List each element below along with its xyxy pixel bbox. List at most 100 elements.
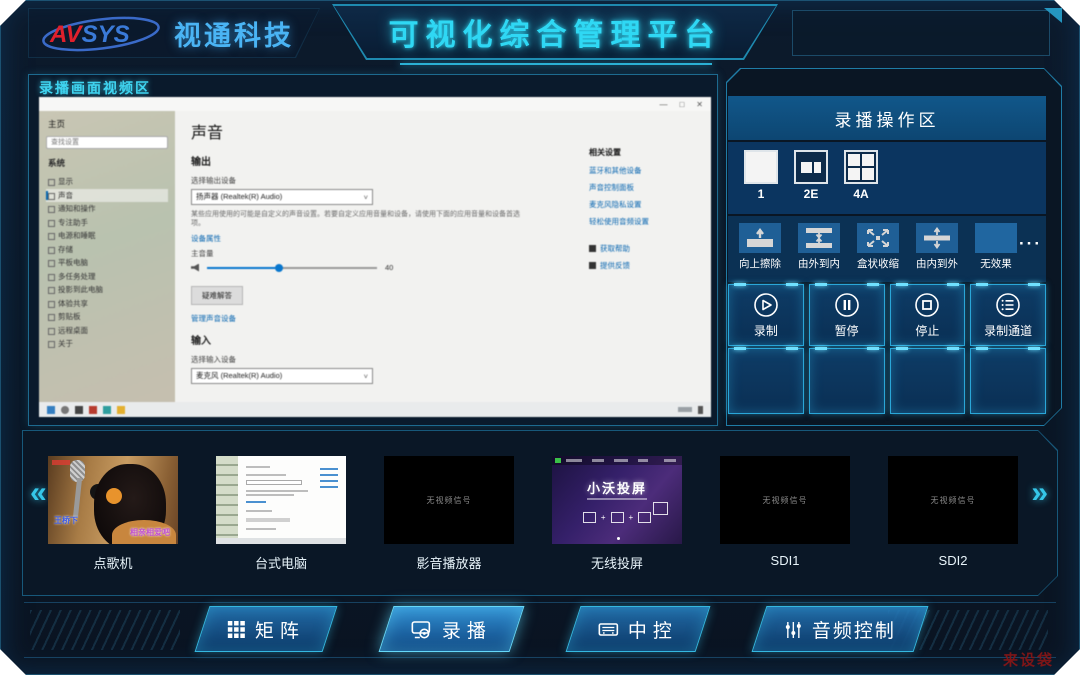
layout-button-1[interactable]: 1 (744, 150, 778, 201)
channel-list-icon (994, 291, 1022, 319)
source-thumb-karaoke[interactable]: 王桥下 相亲相爱吧 点歌机 (48, 456, 178, 580)
sidebar-item-sound: 声音 (46, 189, 168, 203)
logo-avsys: AVSYS 视通科技 (40, 14, 294, 53)
outside-in-icon (798, 223, 840, 253)
more-transitions-button[interactable]: ··· (1019, 234, 1042, 254)
input-device-select: 麦克风 (Realtek(R) Audio) (191, 368, 373, 384)
transition-button-none[interactable]: 无效果 (973, 223, 1019, 282)
stop-button[interactable]: 停止 (890, 284, 966, 346)
related-link-mic-privacy: 麦克风隐私设置 (589, 199, 701, 210)
empty-slot-button-4[interactable] (970, 348, 1046, 414)
sound-page-title: 声音 (191, 119, 697, 143)
recording-video-panel: 录播画面视频区 — □ ✕ 主页 查找设置 系统 显示 声音 通知和操作 (28, 74, 718, 426)
app-icon-yellow (117, 406, 125, 414)
layout-button-4a[interactable]: 4A (844, 150, 878, 201)
pause-icon (833, 291, 861, 319)
sidebar-item-notifications: 通知和操作 (46, 202, 168, 216)
output-hint-text: 某些应用使用的可能是自定义的声音设置。若要自定义应用音量和设备，请使用下面的应用… (191, 210, 521, 228)
sidebar-section-label: 系统 (48, 157, 168, 169)
get-help-link: 获取帮助 (600, 243, 630, 254)
input-device-label: 选择输入设备 (191, 354, 697, 365)
cast-title: 小沃投屏 (552, 478, 682, 497)
company-name: 视通科技 (174, 14, 294, 53)
deco-hatch-left (30, 610, 180, 650)
windows-settings-window: — □ ✕ 主页 查找设置 系统 显示 声音 通知和操作 专注助手 电源和睡眠 … (39, 97, 711, 417)
tab-record[interactable]: 录播 (379, 606, 525, 652)
sidebar-item-multitask: 多任务处理 (46, 270, 168, 284)
transition-button-outside-in[interactable]: 由外到内 (796, 223, 842, 282)
layout-2e-icon (794, 150, 828, 184)
sidebar-item-shared: 体验共享 (46, 297, 168, 311)
output-device-select: 扬声器 (Realtek(R) Audio) (191, 189, 373, 205)
source-thumb-sdi2[interactable]: 无视频信号 SDI2 (888, 456, 1018, 580)
transition-button-wipe-up[interactable]: 向上擦除 (737, 223, 783, 282)
related-link-ease-audio: 轻松使用音频设置 (589, 216, 701, 227)
input-section-label: 输入 (191, 332, 697, 347)
karaoke-preview: 王桥下 相亲相爱吧 (48, 456, 178, 544)
title-plate: 可视化综合管理平台 (332, 4, 778, 60)
start-icon (47, 406, 55, 414)
logo-av-text: AV (50, 21, 82, 48)
app-icon-red (89, 406, 97, 414)
related-settings-column: 相关设置 蓝牙和其他设备 声音控制面板 麦克风隐私设置 轻松使用音频设置 获取帮… (589, 147, 701, 271)
bottom-nav: 矩阵 录播 中控 音频控制 (0, 600, 1080, 664)
taskview-icon (75, 406, 83, 414)
transition-button-inside-out[interactable]: 由内到外 (914, 223, 960, 282)
sidebar-item-tablet: 平板电脑 (46, 256, 168, 270)
sdi2-preview: 无视频信号 (888, 456, 1018, 544)
page-title: 可视化综合管理平台 (389, 10, 722, 54)
sidebar-item-focus: 专注助手 (46, 216, 168, 230)
control-row: 录制 暂停 停止 录制通道 (728, 284, 1046, 346)
no-signal-text: 无视频信号 (720, 456, 850, 544)
sidebar-item-display: 显示 (46, 175, 168, 189)
source-label: SDI2 (888, 553, 1018, 568)
inside-out-icon (916, 223, 958, 253)
source-label: 点歌机 (48, 553, 178, 572)
help-icon (589, 245, 596, 252)
settings-search-input: 查找设置 (46, 136, 168, 149)
sidebar-item-storage: 存储 (46, 243, 168, 257)
record-icon (752, 291, 780, 319)
source-thumb-media-player[interactable]: 无视频信号 影音播放器 (384, 456, 514, 580)
minimize-icon: — (659, 100, 667, 109)
tab-central-control[interactable]: 中控 (566, 606, 711, 652)
source-thumbnails: 王桥下 相亲相爱吧 点歌机 (48, 456, 1018, 580)
prev-sources-button[interactable]: « (30, 478, 47, 508)
transition-row: 向上擦除 由外到内 盒状收缩 由内到外 (728, 216, 1046, 282)
nav-line-top (24, 602, 1056, 603)
control-panel-icon (598, 620, 619, 639)
settings-main-pane: 声音 输出 选择输出设备 扬声器 (Realtek(R) Audio) 某些应用… (175, 111, 711, 402)
no-signal-text: 无视频信号 (888, 456, 1018, 544)
source-thumb-desktop[interactable]: 台式电脑 (216, 456, 346, 580)
tray-icon (698, 406, 703, 414)
tab-matrix[interactable]: 矩阵 (195, 606, 338, 652)
nav-line-bottom (24, 657, 1056, 658)
record-channel-button[interactable]: 录制通道 (970, 284, 1046, 346)
empty-slot-button-1[interactable] (728, 348, 804, 414)
window-titlebar: — □ ✕ (39, 97, 711, 111)
tab-audio-control[interactable]: 音频控制 (752, 606, 929, 652)
related-link-bluetooth: 蓝牙和其他设备 (589, 165, 701, 176)
empty-slot-button-2[interactable] (809, 348, 885, 414)
troubleshoot-button: 疑难解答 (191, 286, 243, 305)
empty-slot-button-3[interactable] (890, 348, 966, 414)
feedback-icon (589, 262, 596, 269)
media-player-preview: 无视频信号 (384, 456, 514, 544)
volume-value: 40 (385, 263, 393, 272)
video-preview-surface[interactable]: — □ ✕ 主页 查找设置 系统 显示 声音 通知和操作 专注助手 电源和睡眠 … (39, 97, 711, 417)
layout-button-2e[interactable]: 2E (794, 150, 828, 201)
video-area-label: 录播画面视频区 (39, 78, 151, 98)
record-button[interactable]: 录制 (728, 284, 804, 346)
sources-strip: « » 王桥下 相亲相爱吧 点歌机 (22, 430, 1058, 596)
pause-button[interactable]: 暂停 (809, 284, 885, 346)
logo-sys-text: SYS (82, 21, 130, 48)
source-thumb-sdi1[interactable]: 无视频信号 SDI1 (720, 456, 850, 580)
transition-button-box-shrink[interactable]: 盒状收缩 (855, 223, 901, 282)
next-sources-button[interactable]: » (1031, 478, 1048, 508)
recording-operation-panel: 录播操作区 1 2E 4A 向上擦除 (726, 68, 1062, 426)
stop-icon (913, 291, 941, 319)
empty-control-row (728, 348, 1046, 414)
source-thumb-wireless-cast[interactable]: 小沃投屏 ++ 无线投屏 (552, 456, 682, 580)
layout-4a-icon (844, 150, 878, 184)
layout-1-icon (744, 150, 778, 184)
